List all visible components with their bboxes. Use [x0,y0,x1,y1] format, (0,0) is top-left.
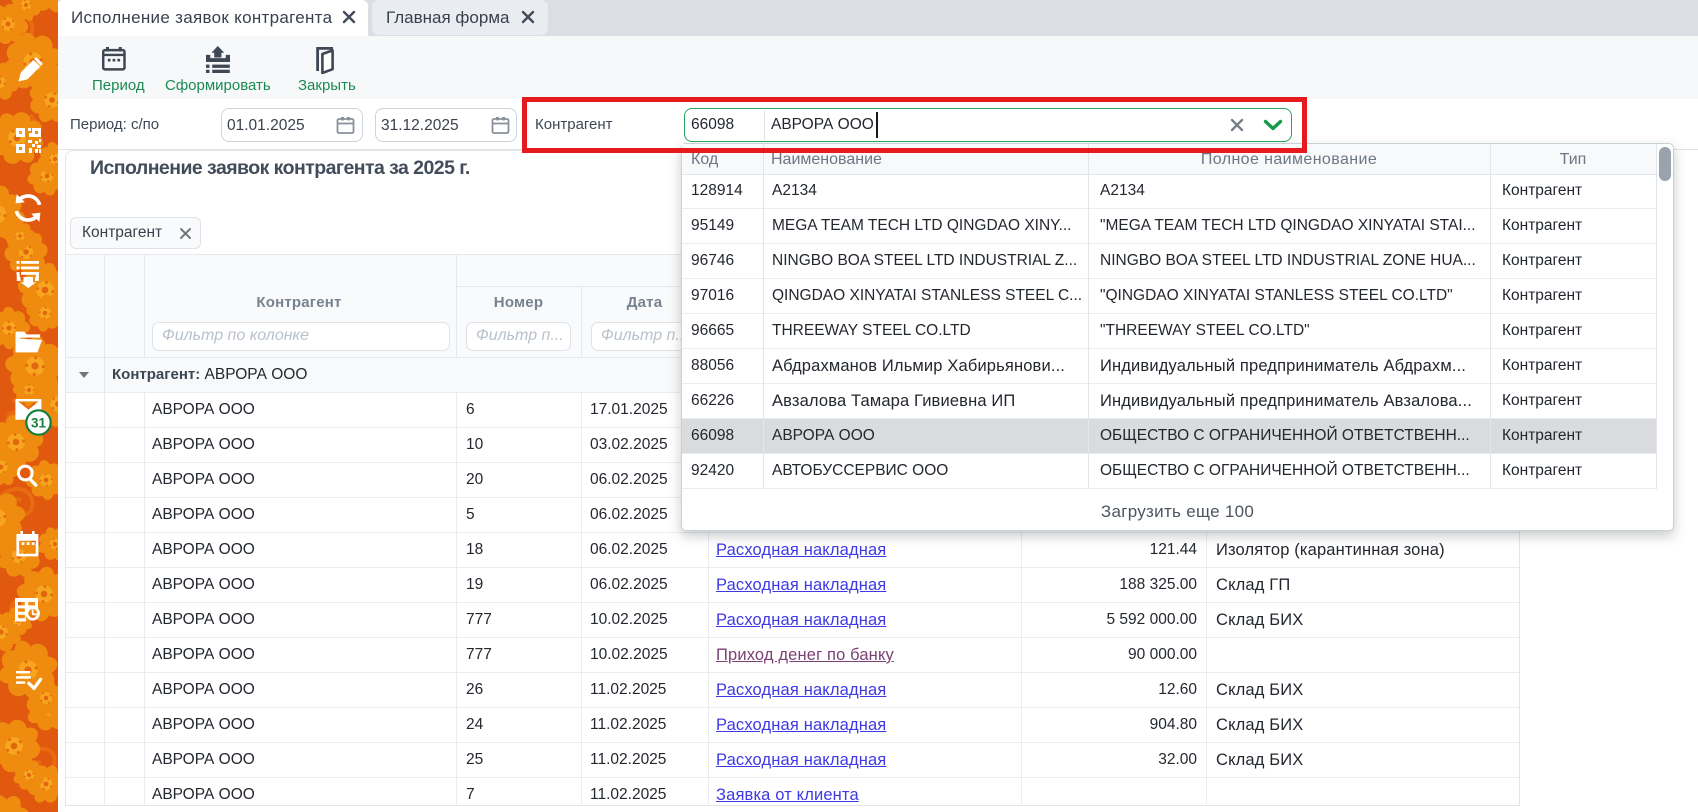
svg-text:31: 31 [31,416,47,431]
